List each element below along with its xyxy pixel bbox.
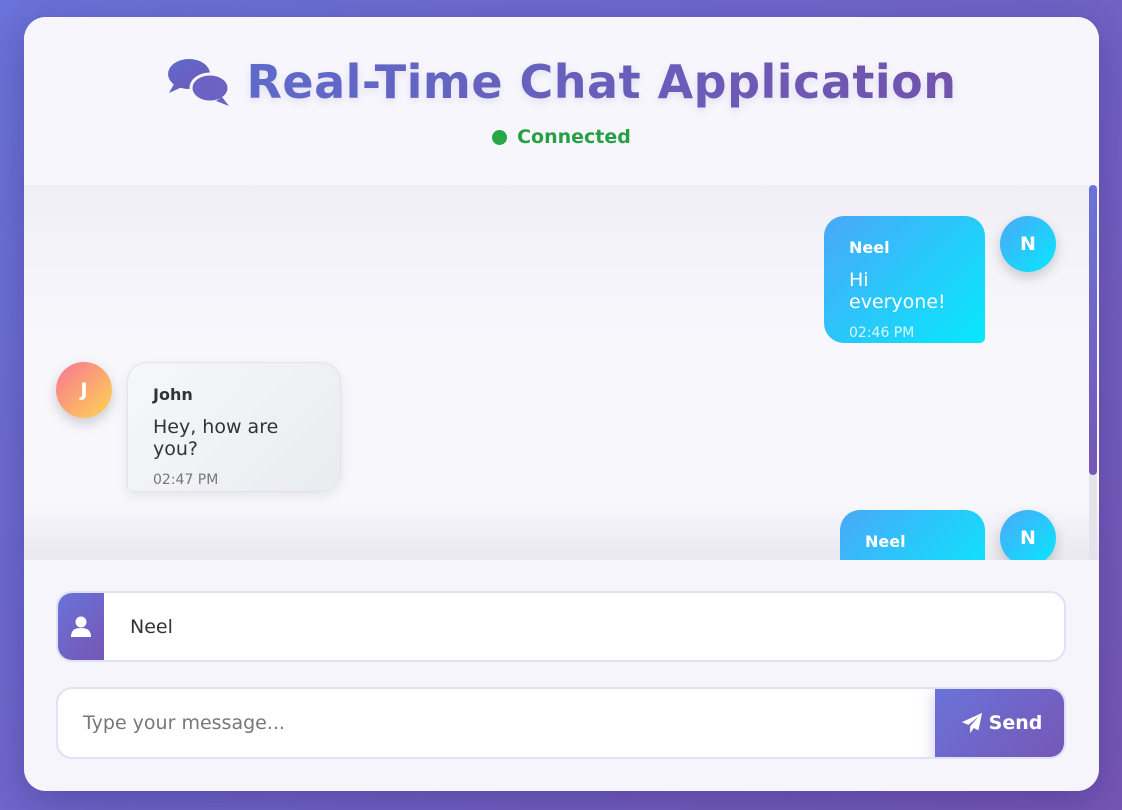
avatar: N	[1000, 216, 1056, 272]
chat-header: Real-Time Chat Application Connected	[24, 17, 1099, 185]
avatar: N	[1000, 510, 1056, 560]
chat-container: Real-Time Chat Application Connected Nee…	[24, 17, 1099, 791]
message-sender: Neel	[865, 532, 906, 551]
message-time: 02:47 PM	[153, 472, 219, 488]
send-button[interactable]: Send	[935, 689, 1064, 757]
message-input[interactable]	[58, 689, 934, 757]
message-bubble: Neel	[840, 510, 985, 560]
message-sender: Neel	[849, 238, 890, 257]
input-area: Send	[24, 560, 1099, 791]
user-icon	[58, 593, 104, 660]
message-text: Hi everyone!	[849, 269, 946, 313]
title-row: Real-Time Chat Application	[24, 55, 1099, 109]
page-title: Real-Time Chat Application	[246, 55, 957, 109]
avatar: J	[56, 362, 112, 418]
scrollbar-thumb[interactable]	[1089, 185, 1097, 475]
comments-icon	[168, 59, 231, 106]
status-text: Connected	[517, 126, 631, 148]
message-sender: John	[153, 385, 193, 404]
message-bubble: John Hey, how are you? 02:47 PM	[127, 362, 341, 492]
message-time: 02:46 PM	[849, 325, 915, 341]
username-input[interactable]	[106, 593, 1046, 660]
messages-panel[interactable]: Neel Hi everyone! 02:46 PM N J John Hey,…	[24, 185, 1099, 560]
username-group	[56, 591, 1066, 662]
message-text: Hey, how are you?	[153, 416, 279, 460]
status-dot-icon	[492, 129, 508, 145]
message-group: Send	[56, 687, 1066, 759]
connection-status: Connected	[24, 126, 1099, 148]
message-bubble: Neel Hi everyone! 02:46 PM	[824, 216, 985, 343]
send-button-label: Send	[988, 712, 1043, 734]
paper-plane-icon	[961, 712, 982, 734]
